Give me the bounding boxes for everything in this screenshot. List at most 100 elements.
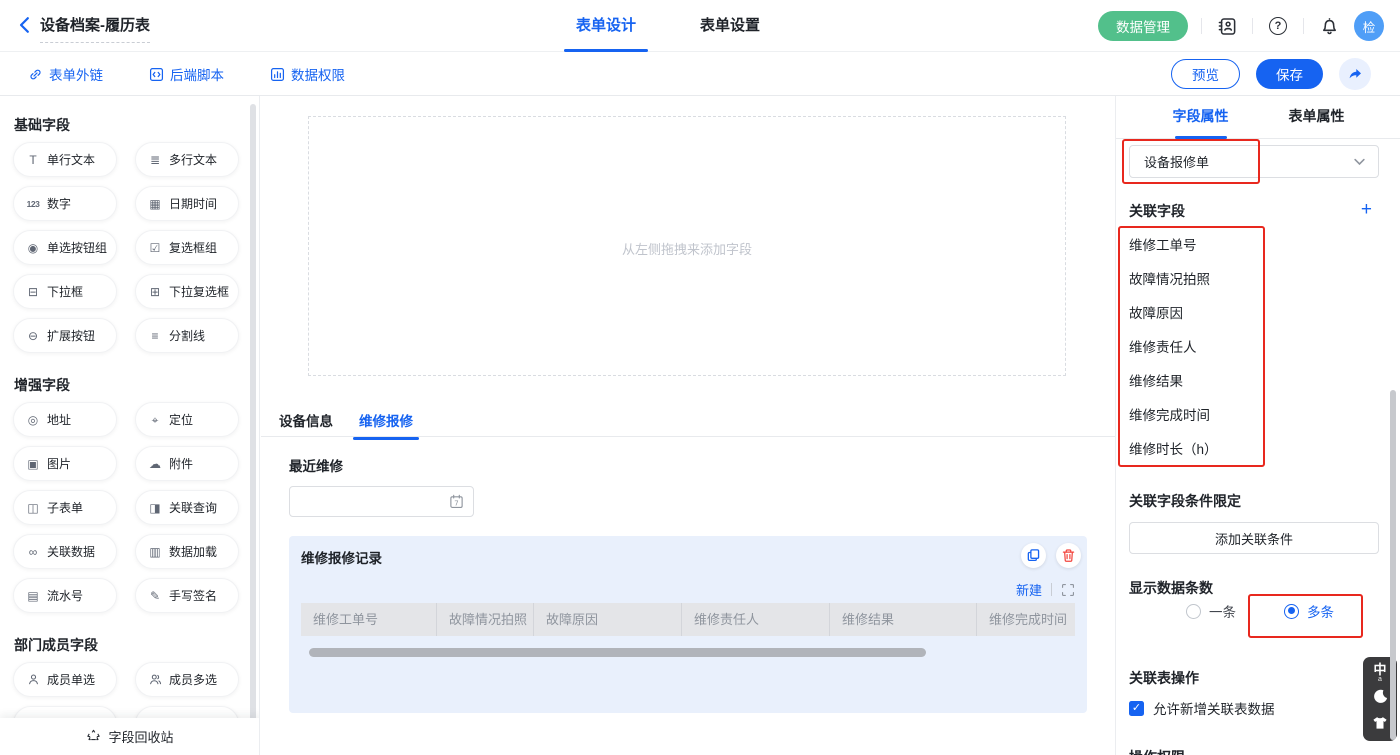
tab-form-properties[interactable]: 表单属性	[1289, 96, 1345, 139]
recent-repair-date-input[interactable]: 7	[289, 486, 474, 517]
select-icon: ⊟	[25, 284, 41, 300]
datetime-icon: ▦	[147, 196, 163, 212]
display-count-radios: 一条 多条	[1116, 601, 1400, 631]
field-pill-serial[interactable]: ▤ 流水号	[13, 578, 117, 613]
related-field-item[interactable]: 维修时长（h）	[1129, 433, 1329, 467]
radio-one[interactable]: 一条	[1186, 601, 1236, 621]
field-pill-datetime[interactable]: ▦ 日期时间	[135, 186, 239, 221]
related-form-select[interactable]: 设备报修单	[1129, 145, 1379, 178]
form-canvas: 从左侧拖拽来添加字段 设备信息 维修报修 最近维修 7 维修报修记录	[261, 96, 1115, 755]
share-button[interactable]	[1339, 58, 1371, 90]
field-pill-select[interactable]: ⊟ 下拉框	[13, 274, 117, 309]
subform-repair-records[interactable]: 维修报修记录 新建	[289, 536, 1087, 713]
divider	[1201, 18, 1202, 34]
back-icon[interactable]	[16, 16, 36, 36]
related-field-item[interactable]: 故障情况拍照	[1129, 263, 1329, 297]
subform-title: 维修报修记录	[301, 547, 382, 567]
data-load-icon: ▥	[147, 544, 163, 560]
dropzone-hint: 从左侧拖拽来添加字段	[309, 239, 1065, 258]
related-field-item[interactable]: 维修完成时间	[1129, 399, 1329, 433]
trash-icon	[1061, 548, 1076, 563]
locate-icon: ⌖	[147, 412, 163, 428]
field-recycle-bin[interactable]: 字段回收站	[0, 718, 260, 755]
dark-mode-moon-icon[interactable]	[1372, 688, 1389, 710]
add-field-plus-icon[interactable]: +	[1361, 200, 1372, 219]
topbar-actions: 数据管理 ? 检	[1098, 0, 1384, 52]
subform-column-header: 故障原因	[534, 603, 682, 636]
sidebar-scrollbar[interactable]	[250, 104, 256, 755]
field-pill-data-load[interactable]: ▥ 数据加载	[135, 534, 239, 569]
toolbar-links: 表单外链 后端脚本 数据权限	[28, 52, 345, 96]
radio-group-icon: ◉	[25, 240, 41, 256]
allow-add-label: 允许新增关联表数据	[1153, 698, 1275, 718]
number-icon: 123	[25, 196, 41, 212]
allow-add-checkbox-row[interactable]: ✓ 允许新增关联表数据	[1129, 698, 1275, 718]
related-field-item[interactable]: 维修结果	[1129, 365, 1329, 399]
panel-tabs: 字段属性 表单属性	[1116, 96, 1400, 139]
extend-button-icon: ⊖	[25, 328, 41, 344]
notification-bell-icon[interactable]	[1317, 14, 1341, 38]
field-pill-multi-select[interactable]: ⊞ 下拉复选框	[135, 274, 239, 309]
field-pill-extend-button[interactable]: ⊖ 扩展按钮	[13, 318, 117, 353]
language-toggle[interactable]: 中 a	[1373, 663, 1386, 683]
recent-repair-label: 最近维修	[289, 455, 343, 475]
radio-multi-circle	[1284, 604, 1299, 619]
tab-form-design[interactable]: 表单设计	[576, 0, 636, 52]
form-title[interactable]: 设备档案-履历表	[40, 14, 150, 43]
related-field-item[interactable]: 故障原因	[1129, 297, 1329, 331]
subform-horizontal-scrollbar[interactable]	[309, 648, 926, 657]
data-permission-icon	[270, 67, 285, 82]
field-pill-link-query[interactable]: ◨ 关联查询	[135, 490, 239, 525]
tab-field-properties[interactable]: 字段属性	[1173, 96, 1229, 139]
field-dropzone[interactable]: 从左侧拖拽来添加字段	[308, 116, 1066, 376]
form-toolbar: 表单外链 后端脚本 数据权限 预览 保存	[0, 52, 1400, 96]
expand-icon[interactable]	[1061, 583, 1075, 597]
subform-header-row: 维修工单号 故障情况拍照 故障原因 维修责任人 维修结果 维修完成时间	[301, 603, 1075, 636]
address-book-icon[interactable]	[1215, 14, 1239, 38]
save-button[interactable]: 保存	[1256, 59, 1323, 89]
theme-tshirt-icon[interactable]	[1372, 715, 1388, 736]
preview-button[interactable]: 预览	[1171, 59, 1240, 89]
field-pill-member-single[interactable]: 成员单选	[13, 662, 117, 697]
related-field-item[interactable]: 维修责任人	[1129, 331, 1329, 365]
user-avatar[interactable]: 检	[1354, 11, 1384, 41]
chevron-down-icon	[1354, 158, 1365, 166]
subform-column-header: 维修责任人	[682, 603, 830, 636]
page-scrollbar[interactable]	[1390, 390, 1396, 740]
member-multi-icon	[147, 672, 163, 688]
divider-icon: ≡	[147, 328, 163, 344]
field-pill-image[interactable]: ▣ 图片	[13, 446, 117, 481]
link-data-icon: ∞	[25, 544, 41, 560]
data-permission-link[interactable]: 数据权限	[270, 64, 345, 84]
new-record-link[interactable]: 新建	[1016, 580, 1042, 599]
subform-icon: ◫	[25, 500, 41, 516]
data-manage-button[interactable]: 数据管理	[1098, 11, 1188, 41]
field-pill-single-text[interactable]: T 单行文本	[13, 142, 117, 177]
form-external-link[interactable]: 表单外链	[28, 64, 103, 84]
duplicate-button[interactable]	[1021, 543, 1046, 568]
field-pill-radio-group[interactable]: ◉ 单选按钮组	[13, 230, 117, 265]
field-pill-attachment[interactable]: ☁ 附件	[135, 446, 239, 481]
field-pill-locate[interactable]: ⌖ 定位	[135, 402, 239, 437]
checkbox-checked-icon: ✓	[1129, 701, 1144, 716]
attachment-icon: ☁	[147, 456, 163, 472]
field-pill-multi-text[interactable]: ≣ 多行文本	[135, 142, 239, 177]
address-icon: ◎	[25, 412, 41, 428]
field-pill-divider[interactable]: ≡ 分割线	[135, 318, 239, 353]
field-pill-number[interactable]: 123 数字	[13, 186, 117, 221]
help-icon[interactable]: ?	[1266, 14, 1290, 38]
field-pill-subform[interactable]: ◫ 子表单	[13, 490, 117, 525]
add-condition-button[interactable]: 添加关联条件	[1129, 522, 1379, 554]
field-pill-link-data[interactable]: ∞ 关联数据	[13, 534, 117, 569]
field-pill-address[interactable]: ◎ 地址	[13, 402, 117, 437]
field-pill-checkbox-group[interactable]: ☑ 复选框组	[135, 230, 239, 265]
delete-button[interactable]	[1056, 543, 1081, 568]
field-pill-member-multi[interactable]: 成员多选	[135, 662, 239, 697]
related-field-item[interactable]: 维修工单号	[1129, 229, 1329, 263]
field-pill-signature[interactable]: ✎ 手写签名	[135, 578, 239, 613]
divider	[1252, 18, 1253, 34]
tab-form-settings[interactable]: 表单设置	[700, 0, 760, 52]
radio-multi[interactable]: 多条	[1284, 601, 1334, 621]
subform-column-header: 维修完成时间	[977, 603, 1075, 636]
backend-script-link[interactable]: 后端脚本	[149, 64, 224, 84]
